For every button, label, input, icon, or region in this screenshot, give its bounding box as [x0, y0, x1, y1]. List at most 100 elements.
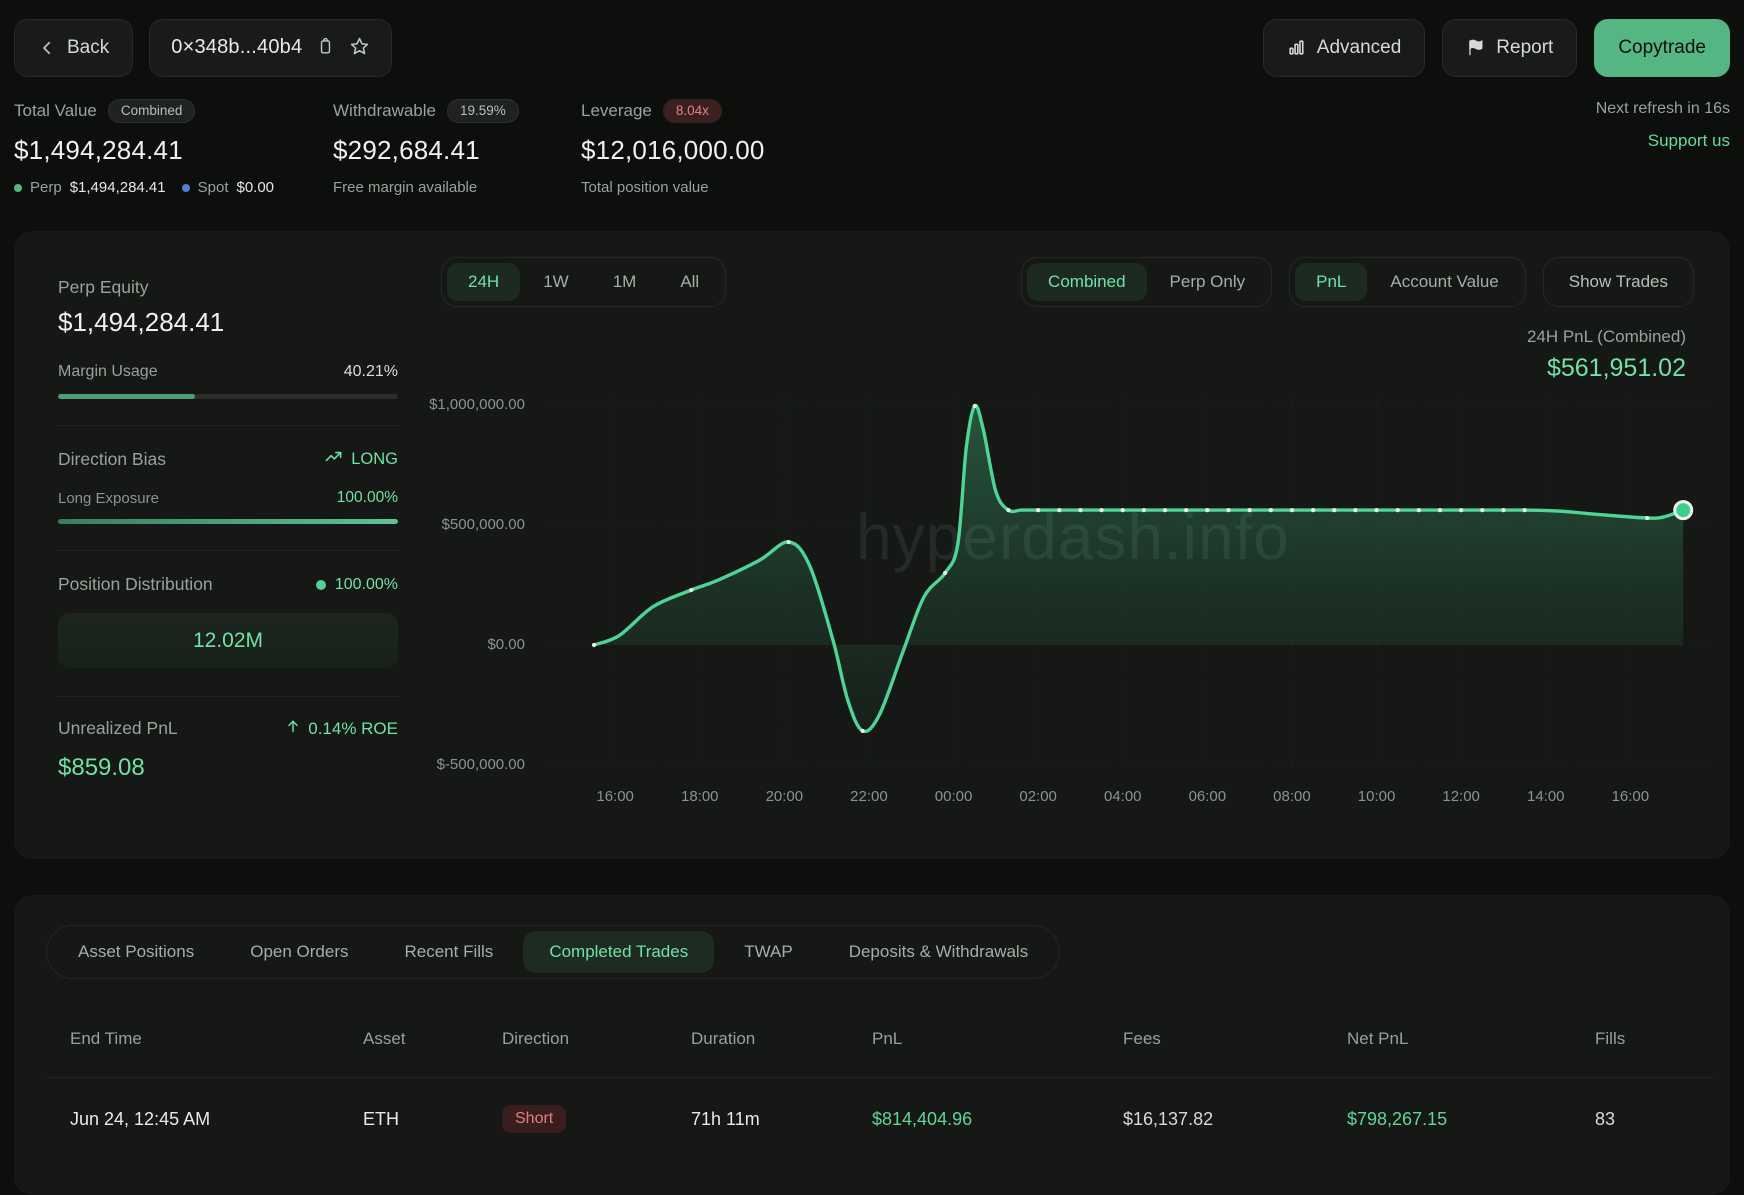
topbar-left: Back 0×348b...40b4 [14, 19, 392, 77]
back-button[interactable]: Back [14, 19, 133, 77]
short-badge: Short [502, 1105, 566, 1133]
unrealized-pnl-value: $859.08 [58, 754, 398, 782]
perp-dot-icon [14, 184, 22, 192]
y-axis-label: $1,000,000.00 [420, 396, 525, 413]
margin-usage-value: 40.21% [344, 363, 398, 381]
cell-fills: 83 [1595, 1109, 1714, 1130]
tab-1w[interactable]: 1W [522, 263, 590, 301]
report-button[interactable]: Report [1442, 19, 1577, 77]
stat-total-value: Total Value Combined $1,494,284.41 Perp … [14, 98, 333, 196]
position-size-box[interactable]: 12.02M [58, 613, 398, 668]
stat-withdrawable: Withdrawable 19.59% $292,684.41 Free mar… [333, 98, 581, 196]
cell-direction: Short [502, 1105, 691, 1133]
x-axis-label: 14:00 [1527, 788, 1565, 805]
bar-chart-icon [1287, 38, 1306, 57]
header-duration: Duration [691, 1029, 872, 1049]
header-fees: Fees [1123, 1029, 1347, 1049]
header-pnl: PnL [872, 1029, 1123, 1049]
long-exposure-label: Long Exposure [58, 490, 159, 507]
tab-deposits-withdrawals[interactable]: Deposits & Withdrawals [823, 931, 1055, 973]
perp-label: Perp [30, 179, 62, 196]
x-axis-label: 06:00 [1189, 788, 1227, 805]
refresh-column: Next refresh in 16s Support us [1596, 98, 1730, 151]
tab-perp-only[interactable]: Perp Only [1149, 263, 1267, 301]
pnl-summary-label: 24H PnL (Combined) [1527, 327, 1686, 347]
x-axis-label: 08:00 [1273, 788, 1311, 805]
table-header-row: End Time Asset Direction Duration PnL Fe… [46, 1029, 1714, 1049]
spot-label: Spot [198, 179, 229, 196]
wallet-address: 0×348b...40b4 [171, 36, 302, 59]
tab-pnl[interactable]: PnL [1295, 263, 1367, 301]
topbar-right: Advanced Report Copytrade [1263, 19, 1730, 77]
mode-tabs: Combined Perp Only [1021, 257, 1272, 307]
copy-address-button[interactable] [316, 37, 335, 59]
pnl-chart[interactable]: hyperdash.info $1,000,000.00$500,000.00$… [420, 355, 1716, 815]
y-axis-label: $0.00 [420, 636, 525, 653]
x-axis-label: 04:00 [1104, 788, 1142, 805]
spot-value: $0.00 [236, 179, 274, 196]
chevron-left-icon [38, 39, 56, 57]
equity-panel: Perp Equity $1,494,284.41 Margin Usage 4… [58, 231, 398, 782]
account-stats-row: Total Value Combined $1,494,284.41 Perp … [0, 98, 1744, 196]
cell-duration: 71h 11m [691, 1109, 872, 1130]
x-axis-label: 22:00 [850, 788, 888, 805]
tab-twap[interactable]: TWAP [718, 931, 818, 973]
favorite-address-button[interactable] [349, 36, 370, 60]
tab-asset-positions[interactable]: Asset Positions [52, 931, 220, 973]
y-axis-label: $-500,000.00 [420, 756, 525, 773]
cell-end-time: Jun 24, 12:45 AM [70, 1109, 363, 1130]
withdrawable-amount: $292,684.41 [333, 135, 581, 166]
divider [58, 696, 398, 697]
flag-icon [1466, 38, 1485, 57]
unrealized-pnl-label: Unrealized PnL [58, 718, 178, 739]
advanced-button[interactable]: Advanced [1263, 19, 1426, 77]
tab-1m[interactable]: 1M [592, 263, 658, 301]
advanced-label: Advanced [1317, 37, 1402, 59]
perp-equity-value: $1,494,284.41 [58, 307, 398, 338]
tab-open-orders[interactable]: Open Orders [224, 931, 374, 973]
chart-mode-controls: Combined Perp Only PnL Account Value Sho… [1021, 257, 1694, 307]
tab-completed-trades[interactable]: Completed Trades [523, 931, 714, 973]
topbar: Back 0×348b...40b4 [0, 18, 1744, 77]
portfolio-card: Perp Equity $1,494,284.41 Margin Usage 4… [14, 231, 1730, 859]
divider [58, 550, 398, 551]
copytrade-button[interactable]: Copytrade [1594, 19, 1730, 77]
direction-bias-value: LONG [351, 450, 398, 469]
leverage-subtitle: Total position value [581, 179, 1001, 196]
wallet-address-pill[interactable]: 0×348b...40b4 [149, 19, 392, 77]
tab-account-value[interactable]: Account Value [1369, 263, 1519, 301]
withdrawable-pct-badge: 19.59% [447, 99, 519, 123]
copytrade-label: Copytrade [1618, 37, 1706, 59]
tab-all[interactable]: All [659, 263, 720, 301]
header-asset: Asset [363, 1029, 502, 1049]
long-exposure-fill [58, 519, 398, 524]
leverage-badge: 8.04x [663, 99, 722, 123]
refresh-countdown: Next refresh in 16s [1596, 100, 1730, 118]
combined-badge: Combined [108, 99, 196, 123]
show-trades-button[interactable]: Show Trades [1543, 257, 1694, 307]
star-icon [349, 36, 370, 60]
margin-usage-bar [58, 394, 398, 399]
header-direction: Direction [502, 1029, 691, 1049]
position-distribution-label: Position Distribution [58, 574, 213, 595]
tab-combined[interactable]: Combined [1027, 263, 1147, 301]
page: Back 0×348b...40b4 [0, 0, 1744, 1158]
table-row[interactable]: Jun 24, 12:45 AM ETH Short 71h 11m $814,… [46, 1078, 1714, 1133]
roe-value: 0.14% ROE [308, 719, 398, 739]
pnl-chart-svg [420, 355, 1716, 815]
cell-asset: ETH [363, 1109, 502, 1130]
trades-card: Asset Positions Open Orders Recent Fills… [14, 895, 1730, 1195]
tab-recent-fills[interactable]: Recent Fills [379, 931, 520, 973]
x-axis-label: 20:00 [766, 788, 804, 805]
support-us-link[interactable]: Support us [1596, 131, 1730, 151]
tab-24h[interactable]: 24H [447, 263, 520, 301]
leverage-amount: $12,016,000.00 [581, 135, 1001, 166]
x-axis-label: 00:00 [935, 788, 973, 805]
report-label: Report [1496, 37, 1553, 59]
total-value-label: Total Value [14, 101, 97, 121]
leverage-label: Leverage [581, 101, 652, 121]
total-value-amount: $1,494,284.41 [14, 135, 333, 166]
position-size-value: 12.02M [193, 629, 263, 653]
header-fills: Fills [1595, 1029, 1714, 1049]
stat-leverage: Leverage 8.04x $12,016,000.00 Total posi… [581, 98, 1001, 196]
